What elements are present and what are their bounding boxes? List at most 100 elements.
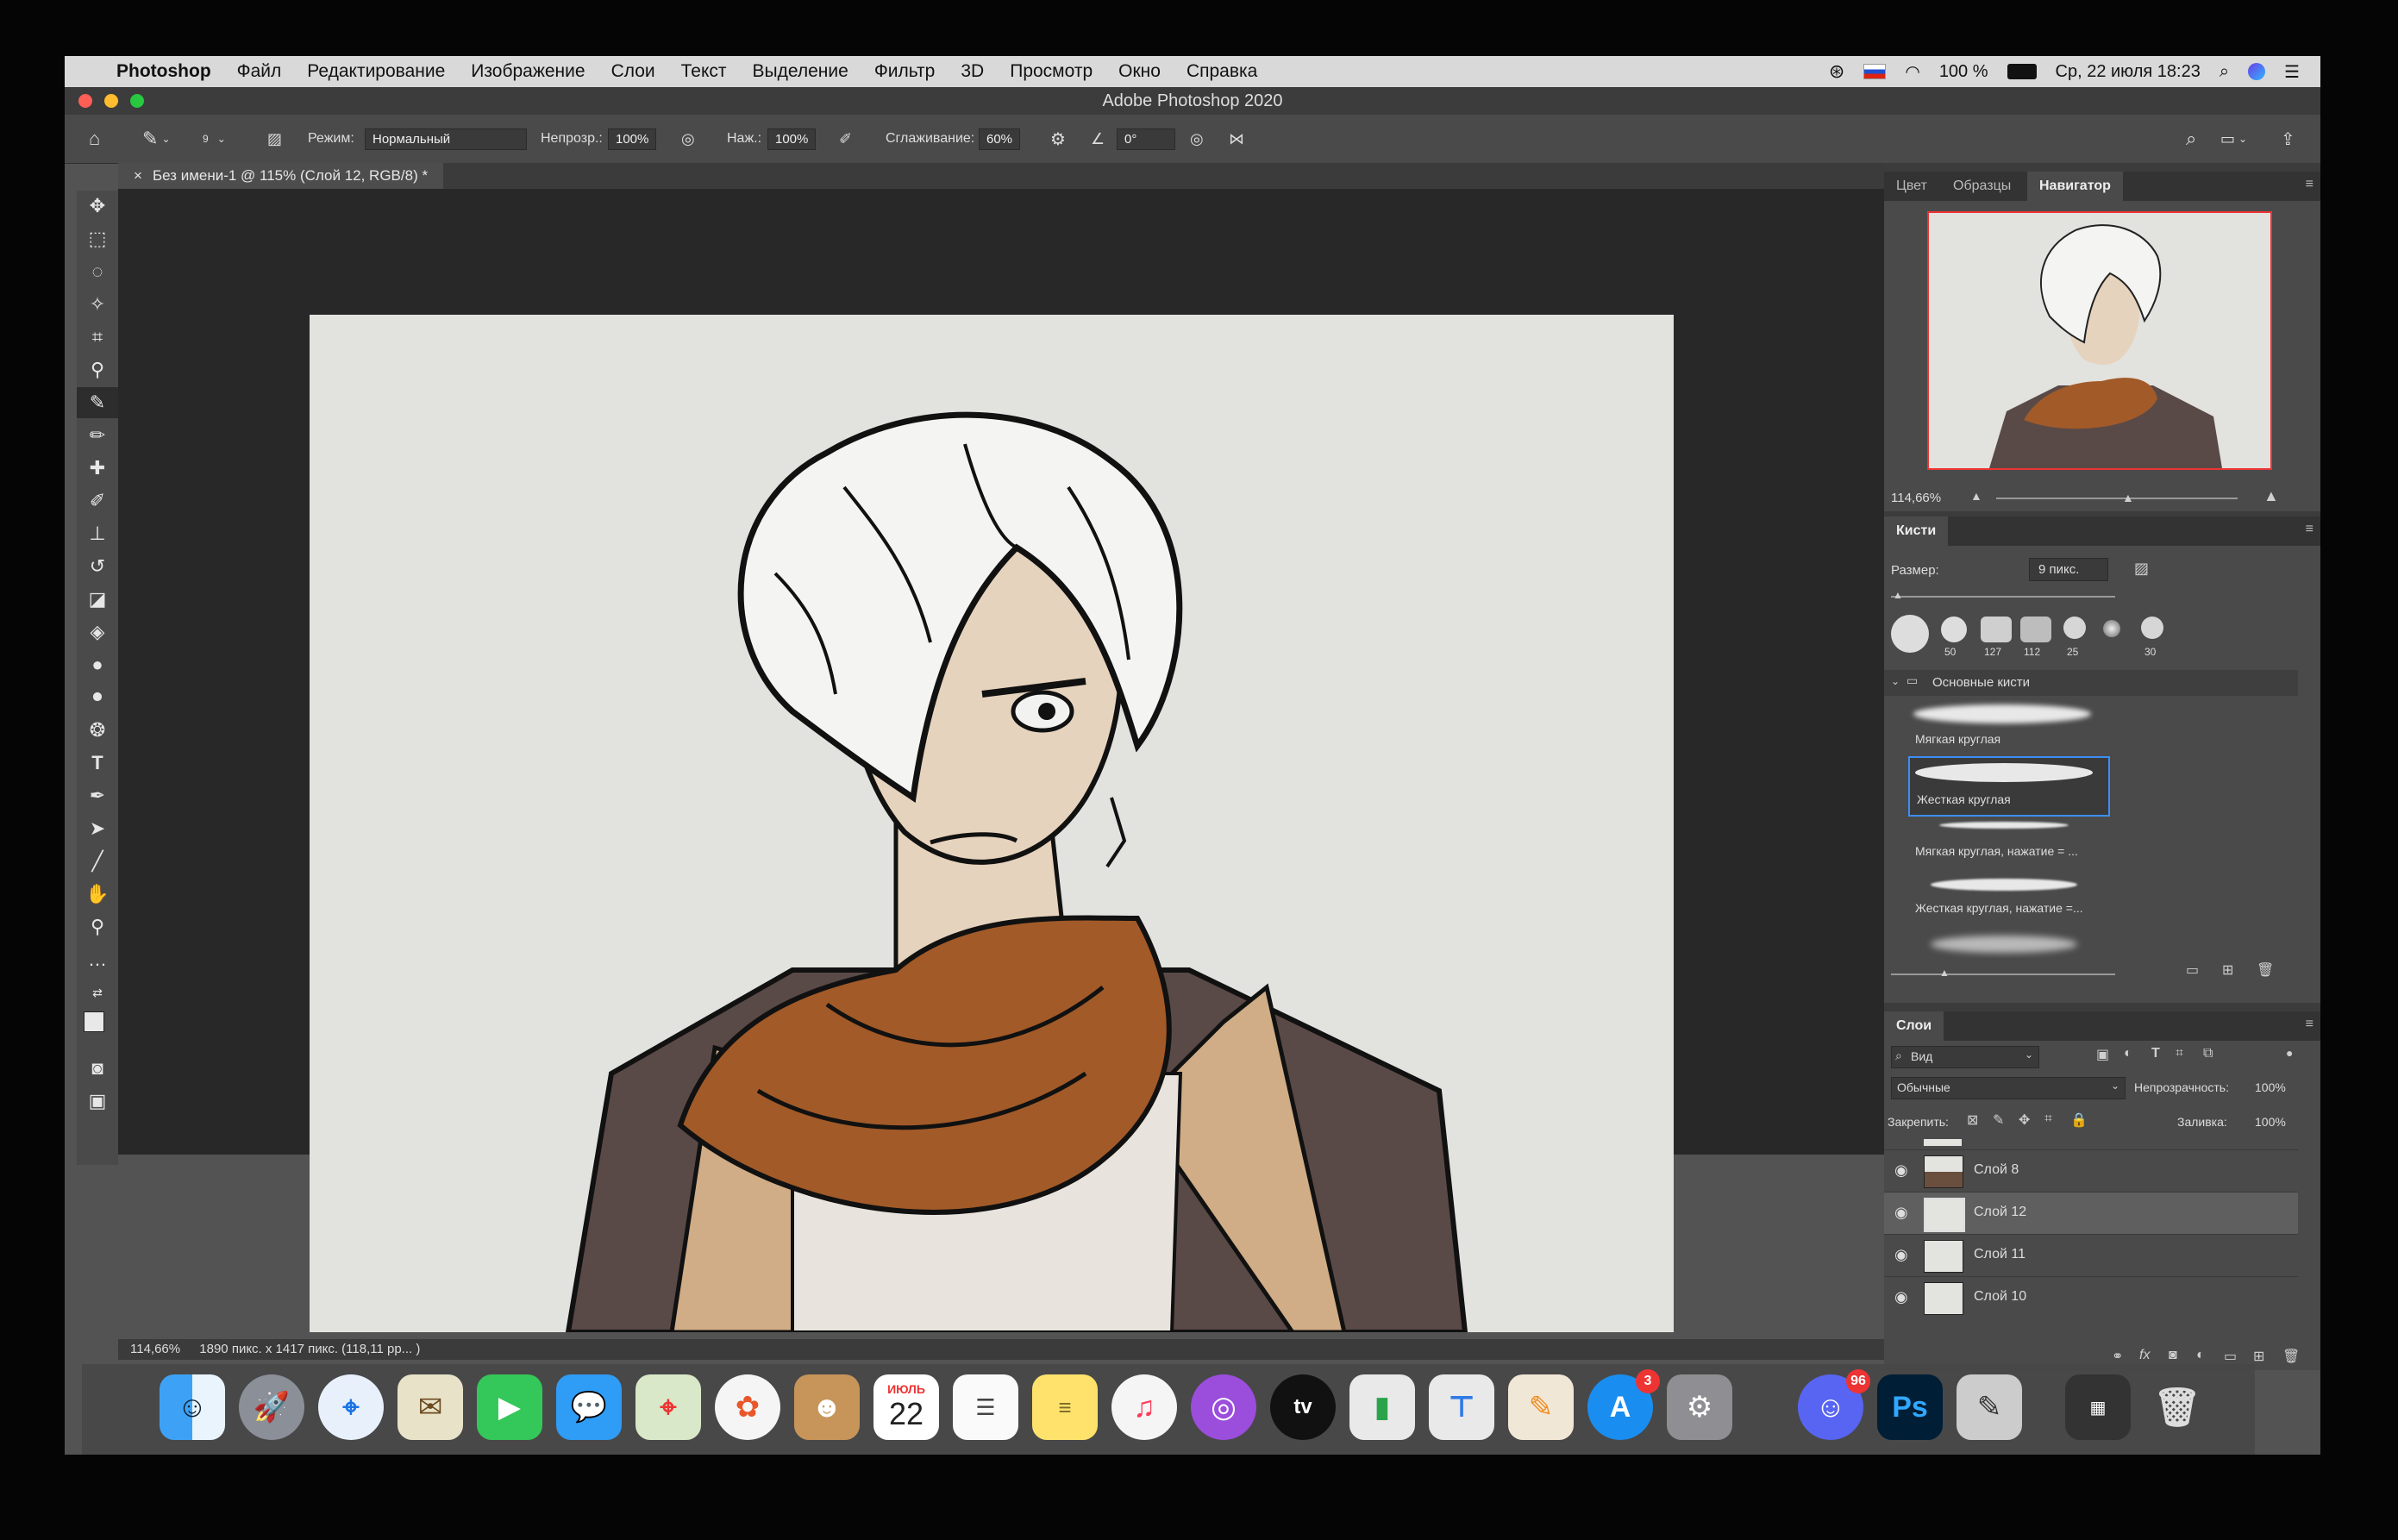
brush-size-slider[interactable] <box>1891 596 2115 598</box>
close-window-icon[interactable] <box>78 94 92 108</box>
brush-preset[interactable] <box>1891 615 1929 653</box>
move-tool-icon[interactable]: ✥ <box>77 191 118 222</box>
finder-icon[interactable]: ☺ <box>160 1374 225 1440</box>
brush-item[interactable]: Мягкая круглая, нажатие = ... <box>1908 817 2110 872</box>
apple-tv-icon[interactable]: tv <box>1270 1374 1336 1440</box>
creative-cloud-icon[interactable]: ⊛ <box>1829 60 1844 83</box>
smoothing-settings-gear-icon[interactable]: ⚙ <box>1050 115 1066 163</box>
folder-expand-chevron-icon[interactable]: ⌄ <box>1891 675 1900 687</box>
opacity-pressure-icon[interactable]: ◎ <box>681 115 695 163</box>
crop-tool-icon[interactable]: ⌗ <box>77 322 118 353</box>
navigator-zoom-slider[interactable] <box>1996 498 2238 499</box>
music-icon[interactable]: ♫ <box>1111 1374 1177 1440</box>
facetime-icon[interactable]: ▶ <box>477 1374 542 1440</box>
spotlight-search-icon[interactable]: ⌕ <box>2220 62 2229 82</box>
brushes-panel-menu-icon[interactable]: ≡ <box>2306 522 2313 537</box>
layer-style-fx-icon[interactable]: fx <box>2139 1348 2150 1363</box>
brush-size-picker[interactable]: 9 ⌄ <box>203 115 226 163</box>
mode-select[interactable]: Нормальный <box>365 115 527 163</box>
layer-row-selected[interactable]: ◉ Слой 12 <box>1884 1192 2298 1234</box>
zoom-out-icon[interactable]: ▲ <box>1970 489 1982 503</box>
zoom-in-icon[interactable]: ▲ <box>2263 487 2279 505</box>
healing-brush-tool-icon[interactable]: ✚ <box>77 453 118 484</box>
layer-visibility-eye-icon[interactable]: ◉ <box>1894 1161 1908 1180</box>
home-icon[interactable]: ⌂ <box>89 115 100 163</box>
line-tool-icon[interactable]: ╱ <box>77 846 118 877</box>
workspace-switcher-icon[interactable]: ▭ ⌄ <box>2220 115 2247 163</box>
paint-bucket-tool-icon[interactable]: ◈ <box>77 617 118 648</box>
new-brush-preset-icon[interactable]: ⊞ <box>2222 961 2233 979</box>
menu-view[interactable]: Просмотр <box>1010 61 1093 82</box>
adjustment-layer-icon[interactable]: ◐ <box>2196 1348 2205 1363</box>
brush-settings-toggle-icon[interactable]: ▨ <box>267 115 282 163</box>
notes-icon[interactable]: ≡ <box>1032 1374 1098 1440</box>
trash-icon[interactable]: 🗑 <box>2144 1374 2210 1440</box>
brush-preset[interactable] <box>1981 617 2012 642</box>
brush-item[interactable]: Мягкая круглая <box>1908 699 2110 754</box>
siri-icon[interactable] <box>2248 63 2266 80</box>
menu-select[interactable]: Выделение <box>753 61 848 82</box>
layer-row[interactable]: ◉ Слой 10 <box>1884 1276 2298 1318</box>
brush-size-input[interactable]: 9 пикс. <box>2029 558 2108 581</box>
screenshot-thumbnail-icon[interactable]: ▦ <box>2065 1374 2131 1440</box>
new-group-icon[interactable]: ▭ <box>2224 1348 2237 1365</box>
filter-smart-object-icon[interactable]: ⧉ <box>2203 1046 2213 1061</box>
layer-filter-select[interactable]: ⌕ Вид ⌄ <box>1891 1046 2039 1068</box>
layer-visibility-eye-icon[interactable]: ◉ <box>1894 1204 1908 1222</box>
brush-preset[interactable] <box>2020 617 2051 642</box>
wifi-icon[interactable]: ◠ <box>1905 61 1919 83</box>
mail-icon[interactable]: ✉ <box>398 1374 463 1440</box>
filter-shape-icon[interactable]: ⌗ <box>2176 1046 2183 1061</box>
contacts-icon[interactable]: ☻ <box>794 1374 860 1440</box>
link-layers-icon[interactable]: ⚭ <box>2112 1348 2123 1365</box>
maps-icon[interactable]: ⌖ <box>636 1374 701 1440</box>
photoshop-icon[interactable]: Ps <box>1877 1374 1943 1440</box>
navigator-zoom-value[interactable]: 114,66% <box>1891 491 1941 505</box>
tab-swatches[interactable]: Образцы <box>1941 172 2023 201</box>
status-document-info[interactable]: 1890 пикс. x 1417 пикс. (118,11 pp... ) <box>199 1342 420 1356</box>
smoothing-input[interactable]: 60% <box>979 115 1021 163</box>
brush-item-selected[interactable]: Жесткая круглая <box>1908 756 2110 817</box>
menu-layers[interactable]: Слои <box>611 61 655 82</box>
tab-brushes[interactable]: Кисти <box>1884 516 1949 546</box>
filter-type-icon[interactable]: T <box>2151 1046 2160 1061</box>
brush-preset[interactable] <box>2063 617 2086 639</box>
status-zoom[interactable]: 114,66% <box>130 1342 180 1356</box>
new-brush-group-icon[interactable]: ▭ <box>2186 961 2199 979</box>
photos-icon[interactable]: ✿ <box>715 1374 780 1440</box>
dodge-tool-icon[interactable]: ⚫ <box>77 682 118 713</box>
system-preferences-icon[interactable]: ⚙ <box>1667 1374 1732 1440</box>
messages-icon[interactable]: 💬 <box>556 1374 622 1440</box>
lock-artboard-icon[interactable]: ⌗ <box>2044 1111 2052 1127</box>
new-brush-icon[interactable]: ▨ <box>2134 560 2149 578</box>
airbrush-icon[interactable]: ✐ <box>839 115 852 163</box>
brush-preset[interactable] <box>2141 617 2163 639</box>
safari-icon[interactable]: ⌖ <box>318 1374 384 1440</box>
fill-input[interactable]: 100% <box>2255 1115 2286 1129</box>
close-tab-icon[interactable]: × <box>134 167 142 184</box>
brush-tool-icon[interactable]: ✎ <box>77 387 118 418</box>
quick-mask-icon[interactable]: ◙ <box>77 1053 118 1084</box>
keynote-icon[interactable]: ⊤ <box>1429 1374 1494 1440</box>
brush-angle-input[interactable]: 0° <box>1117 115 1175 163</box>
tab-navigator[interactable]: Навигатор <box>2027 172 2123 201</box>
layer-visibility-eye-icon[interactable]: ◉ <box>1894 1246 1908 1264</box>
new-layer-icon[interactable]: ⊞ <box>2253 1348 2264 1365</box>
brush-angle-icon[interactable]: ∠ <box>1091 115 1105 163</box>
lock-pixels-icon[interactable]: ✎ <box>1993 1111 2004 1129</box>
symmetry-butterfly-icon[interactable]: ⋈ <box>1229 115 1244 163</box>
lasso-tool-icon[interactable]: ◌ <box>77 256 118 287</box>
brush-item[interactable] <box>1908 930 2110 958</box>
menu-type[interactable]: Текст <box>681 61 727 82</box>
opacity-input[interactable]: 100% <box>608 115 657 163</box>
layer-opacity-input[interactable]: 100% <box>2255 1080 2286 1094</box>
lock-all-icon[interactable]: 🔒 <box>2070 1111 2088 1129</box>
podcasts-icon[interactable]: ◎ <box>1191 1374 1256 1440</box>
canvas-area[interactable] <box>118 189 1936 1332</box>
app-store-icon[interactable]: A3 <box>1587 1369 1660 1440</box>
layer-row[interactable]: ◉ Слой 8 <box>1884 1149 2298 1192</box>
discord-icon[interactable]: ☺ 96 <box>1798 1369 1870 1440</box>
color-swatches[interactable] <box>77 1008 118 1041</box>
path-selection-tool-icon[interactable]: ➤ <box>77 813 118 844</box>
size-pressure-icon[interactable]: ◎ <box>1190 115 1204 163</box>
